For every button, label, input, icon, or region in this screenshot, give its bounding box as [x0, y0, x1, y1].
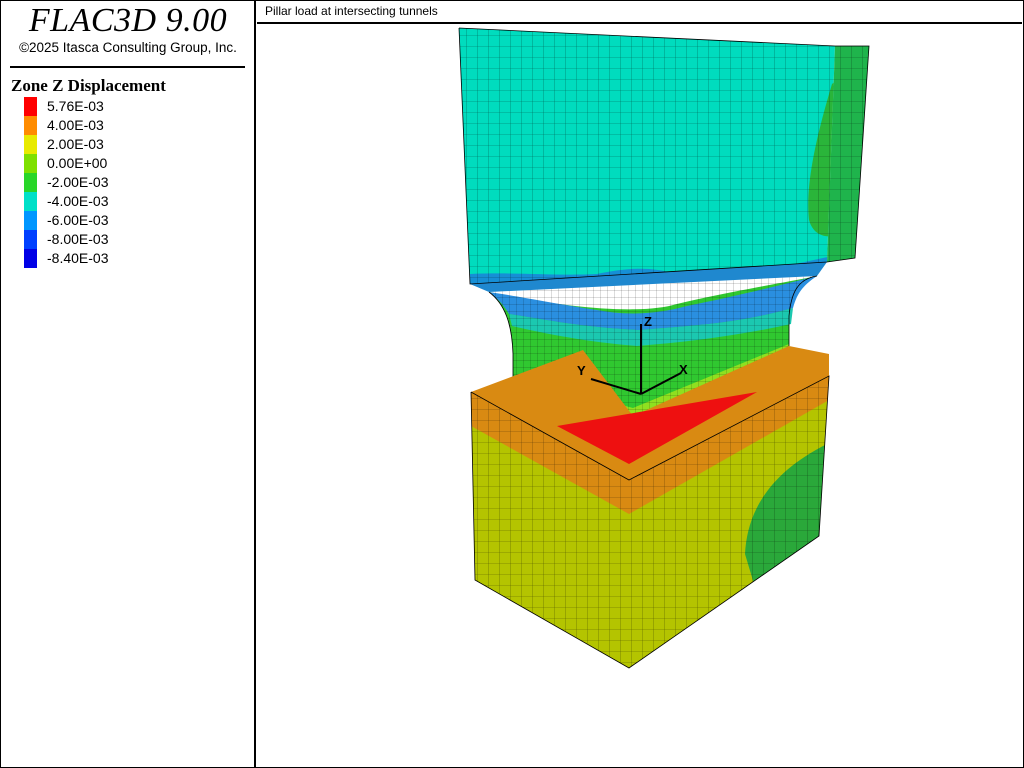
legend-swatch	[24, 135, 37, 154]
legend-label: 4.00E-03	[47, 117, 104, 133]
upper-block-front-mesh	[459, 28, 835, 284]
legend-swatch	[24, 97, 37, 116]
x-axis-label: X	[679, 362, 688, 377]
model-render[interactable]: Z X Y	[257, 24, 1022, 766]
y-axis-label: Y	[577, 363, 586, 378]
legend-label: -8.40E-03	[47, 250, 109, 266]
legend-label: 0.00E+00	[47, 155, 108, 171]
model-viewport[interactable]: Z X Y	[257, 24, 1022, 766]
legend-title: Zone Z Displacement	[11, 76, 166, 95]
legend-swatch	[24, 249, 37, 268]
upper-block	[458, 27, 870, 292]
z-axis-label: Z	[644, 314, 652, 329]
legend-swatch	[24, 211, 37, 230]
legend-swatch	[24, 192, 37, 211]
app-title: FLAC3D 9.00	[28, 2, 228, 39]
legend-swatch	[24, 116, 37, 135]
legend-label: -4.00E-03	[47, 193, 109, 209]
legend-label: -6.00E-03	[47, 212, 109, 228]
legend-label: 5.76E-03	[47, 98, 104, 114]
legend-panel: FLAC3D 9.00 ©2025 Itasca Consulting Grou…	[0, 0, 256, 767]
legend-label: -8.00E-03	[47, 231, 109, 247]
view-title-bar: Pillar load at intersecting tunnels	[257, 0, 1022, 24]
legend-label: 2.00E-03	[47, 136, 104, 152]
divider	[10, 66, 245, 68]
legend-label: -2.00E-03	[47, 174, 109, 190]
copyright-text: ©2025 Itasca Consulting Group, Inc.	[19, 40, 237, 55]
view-title: Pillar load at intersecting tunnels	[265, 4, 438, 18]
legend-swatch	[24, 173, 37, 192]
legend-swatch	[24, 154, 37, 173]
legend-swatch	[24, 230, 37, 249]
